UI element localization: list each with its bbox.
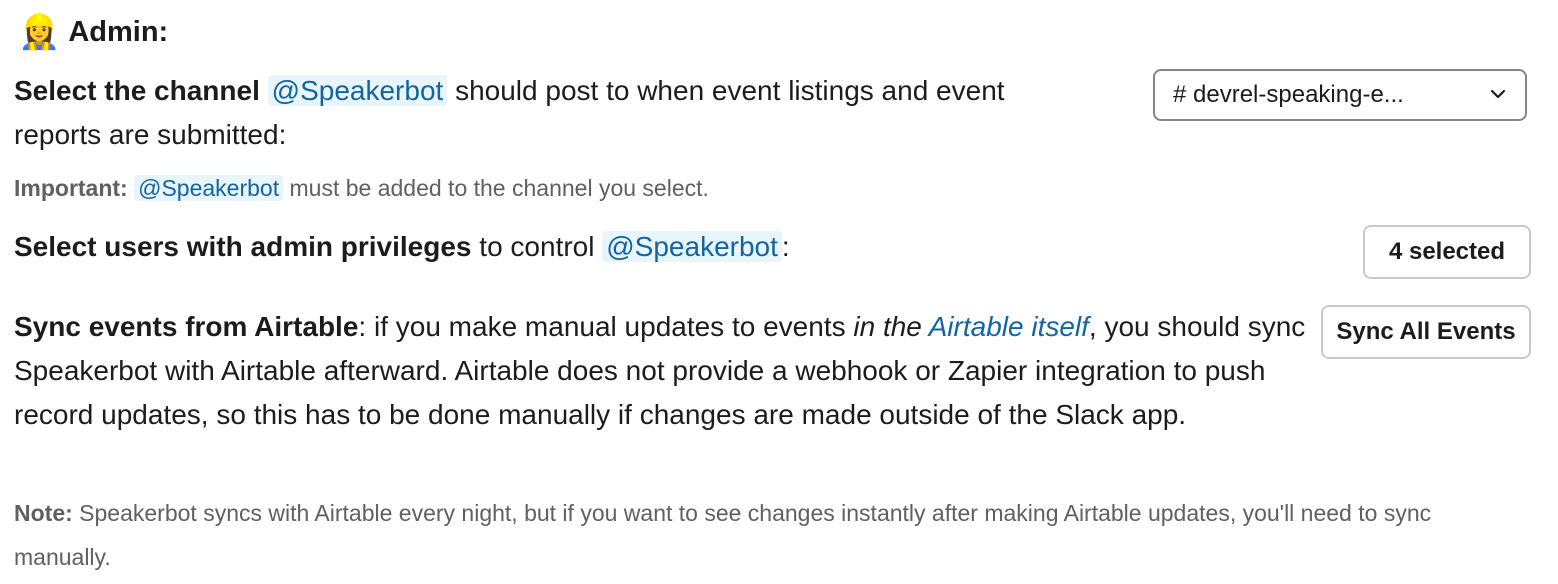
admin-header: 👷‍♀️ Admin: <box>18 10 168 54</box>
admins-section-suffix: : <box>781 231 790 262</box>
sync-all-events-button[interactable]: Sync All Events <box>1321 305 1531 359</box>
channel-important-note: Important: @Speakerbot must be added to … <box>14 166 709 210</box>
note-label: Note: <box>14 500 73 526</box>
speakerbot-mention-note[interactable]: @Speakerbot <box>134 175 284 201</box>
admins-section-text: Select users with admin privileges to co… <box>14 225 1114 269</box>
admins-selected-button[interactable]: 4 selected <box>1363 225 1531 279</box>
important-label: Important: <box>14 175 128 201</box>
sync-note: Note: Speakerbot syncs with Airtable eve… <box>14 491 1524 579</box>
important-note-text: must be added to the channel you select. <box>283 175 709 201</box>
channel-select[interactable]: # devrel-speaking-e... <box>1153 69 1527 121</box>
construction-worker-icon: 👷‍♀️ <box>18 13 61 51</box>
chevron-down-icon <box>1490 89 1506 99</box>
admins-section-mid: to control <box>471 231 603 262</box>
sync-section-text-a: : if you make manual updates to events <box>358 311 854 342</box>
channel-select-value: # devrel-speaking-e... <box>1173 81 1404 108</box>
speakerbot-mention[interactable]: @Speakerbot <box>267 75 448 106</box>
channel-section-bold: Select the channel <box>14 75 260 106</box>
speakerbot-mention-admins[interactable]: @Speakerbot <box>602 231 782 262</box>
sync-section-bold: Sync events from Airtable <box>14 311 359 342</box>
sync-section-text: Sync events from Airtable: if you make m… <box>14 305 1309 437</box>
admins-section-bold: Select users with admin privileges <box>14 231 472 262</box>
channel-section-text: Select the channel @Speakerbot should po… <box>14 69 1074 157</box>
airtable-link[interactable]: Airtable itself <box>929 311 1089 342</box>
sync-section-italic: in the <box>853 311 929 342</box>
sync-note-text: Speakerbot syncs with Airtable every nig… <box>14 500 1432 570</box>
admin-title: Admin: <box>68 15 169 48</box>
